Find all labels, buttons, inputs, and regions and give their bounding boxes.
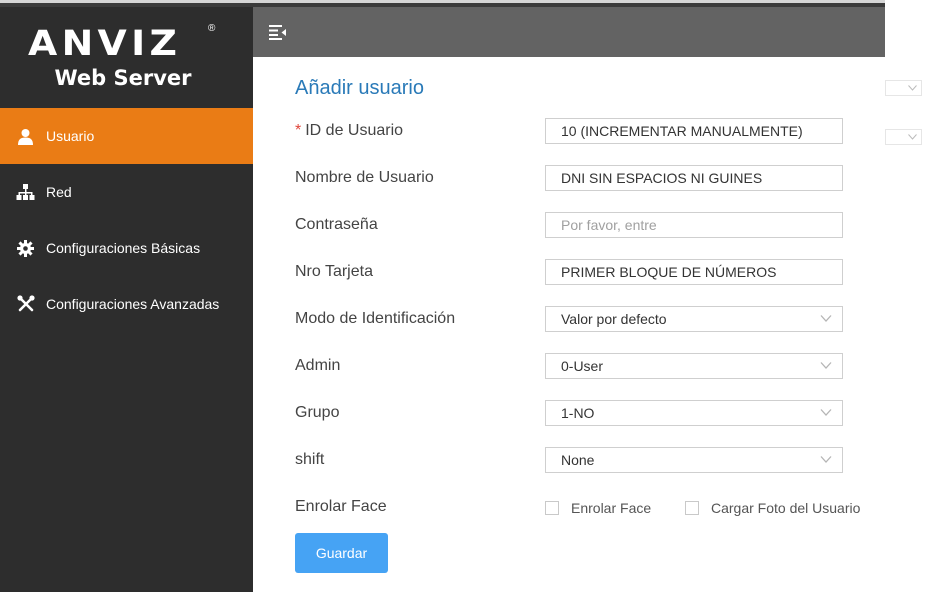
user-name-input[interactable] bbox=[545, 165, 843, 191]
top-bar bbox=[253, 7, 885, 57]
admin-select[interactable]: 0-User bbox=[545, 353, 843, 379]
select-value: 0-User bbox=[561, 358, 604, 374]
registered-mark: ® bbox=[208, 23, 216, 34]
sidebar-item-label: Configuraciones Básicas bbox=[46, 240, 201, 256]
user-icon bbox=[16, 127, 35, 146]
menu-collapse-icon[interactable] bbox=[269, 25, 287, 40]
password-input[interactable] bbox=[545, 212, 843, 238]
checkbox-label: Cargar Foto del Usuario bbox=[711, 500, 861, 516]
sidebar-item-configuraciones-avanzadas[interactable]: Configuraciones Avanzadas bbox=[0, 276, 253, 332]
select-value: 1-NO bbox=[561, 405, 595, 421]
logo-subtitle: Web Server bbox=[54, 66, 192, 90]
checkbox-box[interactable] bbox=[685, 501, 699, 515]
enroll-face-label: Enrolar Face bbox=[295, 498, 387, 515]
partial-select[interactable] bbox=[885, 80, 922, 96]
logo-wordmark: ANVIZ bbox=[28, 24, 182, 64]
required-mark: * bbox=[295, 122, 302, 139]
checkbox-box[interactable] bbox=[545, 501, 559, 515]
sidebar-item-label: Configuraciones Avanzadas bbox=[46, 296, 220, 312]
network-icon bbox=[16, 183, 35, 202]
shift-label: shift bbox=[295, 451, 325, 468]
password-label: Contraseña bbox=[295, 216, 378, 233]
id-mode-select[interactable]: Valor por defecto bbox=[545, 306, 843, 332]
select-value: None bbox=[561, 452, 595, 468]
user-id-input[interactable] bbox=[545, 118, 843, 144]
chevron-down-icon bbox=[820, 315, 832, 322]
sidebar-item-red[interactable]: Red bbox=[0, 164, 253, 220]
sidebar-item-usuario[interactable]: Usuario bbox=[0, 108, 253, 164]
tools-icon bbox=[16, 295, 35, 314]
group-label: Grupo bbox=[295, 404, 340, 421]
sidebar-item-label: Red bbox=[46, 184, 72, 200]
id-mode-label: Modo de Identificación bbox=[295, 310, 456, 327]
window-top-strip bbox=[0, 0, 885, 7]
save-button[interactable]: Guardar bbox=[295, 533, 388, 573]
chevron-down-icon bbox=[820, 362, 832, 369]
chevron-down-icon bbox=[820, 409, 832, 416]
chevron-down-icon bbox=[820, 456, 832, 463]
shift-select[interactable]: None bbox=[545, 447, 843, 473]
sidebar: ANVIZ ® Web Server Usuario Red Configura… bbox=[0, 7, 253, 592]
enroll-face-checkbox[interactable]: Enrolar Face bbox=[545, 500, 651, 516]
sidebar-item-label: Usuario bbox=[46, 128, 95, 144]
select-value: Valor por defecto bbox=[561, 311, 667, 327]
card-number-input[interactable] bbox=[545, 259, 843, 285]
user-name-label: Nombre de Usuario bbox=[295, 169, 434, 186]
checkbox-label: Enrolar Face bbox=[571, 500, 652, 516]
admin-label: Admin bbox=[295, 357, 341, 374]
group-select[interactable]: 1-NO bbox=[545, 400, 843, 426]
user-id-label: * ID de Usuario bbox=[295, 122, 404, 139]
gear-icon bbox=[16, 239, 35, 258]
sidebar-item-configuraciones-basicas[interactable]: Configuraciones Básicas bbox=[0, 220, 253, 276]
partial-select[interactable] bbox=[885, 129, 922, 145]
page-title: Añadir usuario bbox=[295, 77, 424, 99]
upload-photo-checkbox[interactable]: Cargar Foto del Usuario bbox=[685, 500, 860, 516]
card-number-label: Nro Tarjeta bbox=[295, 263, 373, 280]
logo: ANVIZ ® Web Server bbox=[0, 7, 253, 108]
